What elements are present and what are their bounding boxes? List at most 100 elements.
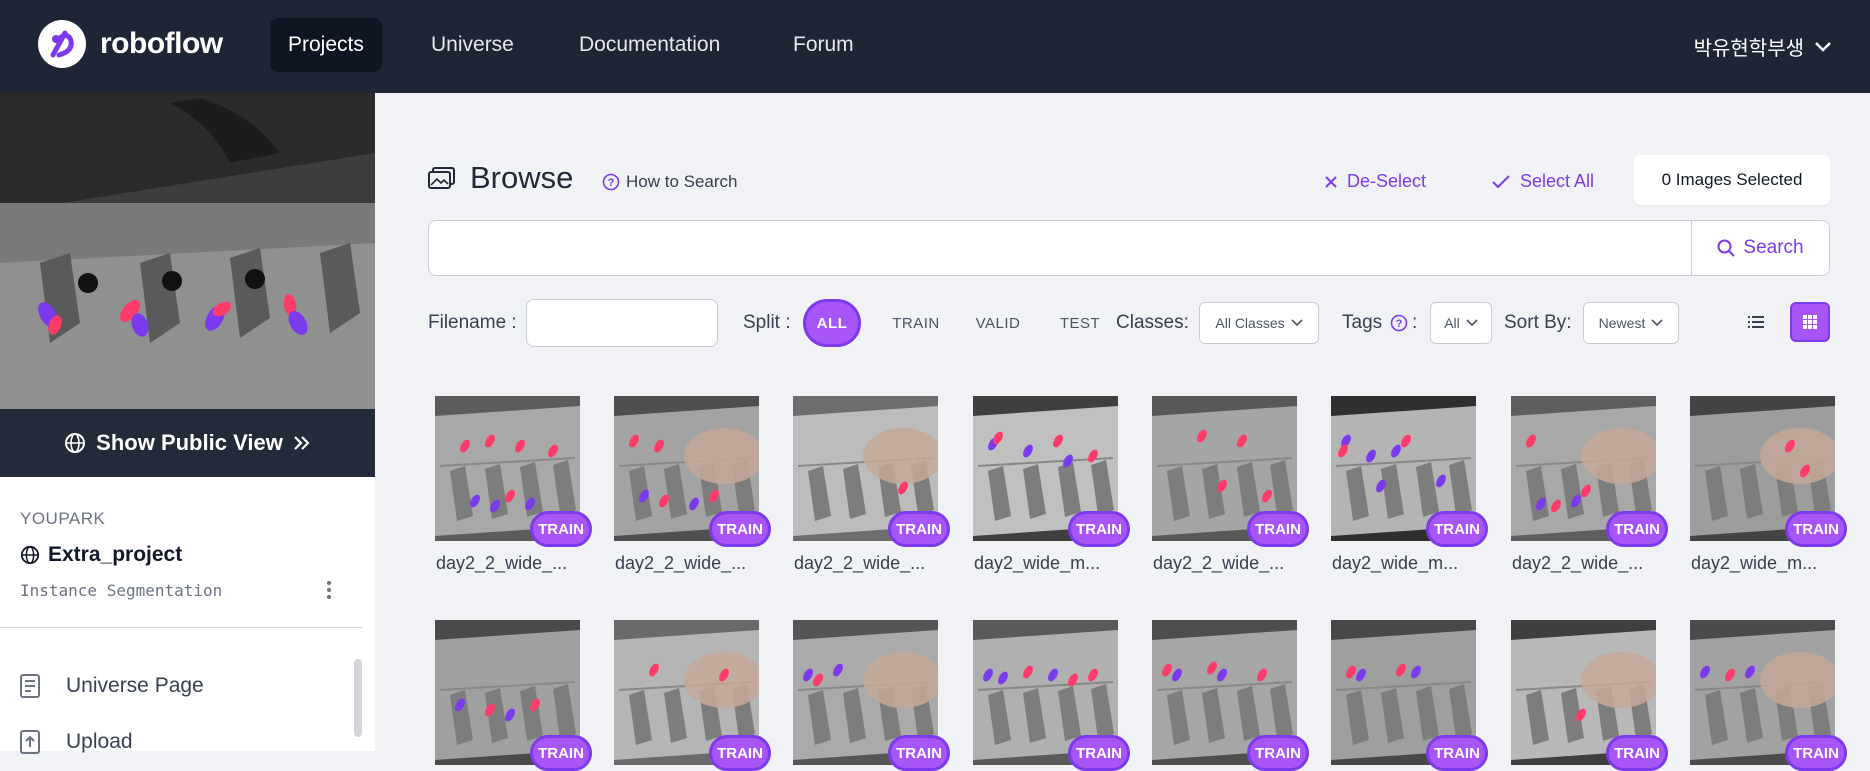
sidebar-item-label: Universe Page bbox=[66, 674, 204, 697]
double-chevron-right-icon bbox=[294, 436, 310, 450]
divider bbox=[0, 627, 362, 628]
split-badge: TRAIN bbox=[888, 511, 950, 547]
globe-icon bbox=[20, 545, 40, 565]
list-icon bbox=[1748, 316, 1764, 328]
roboflow-logo[interactable]: roboflow bbox=[38, 20, 223, 68]
tags-label: Tags bbox=[1342, 312, 1383, 333]
search-icon bbox=[1717, 239, 1736, 257]
close-icon bbox=[1325, 175, 1337, 188]
show-public-view-button[interactable]: Show Public View bbox=[0, 409, 375, 477]
filename-input[interactable] bbox=[526, 299, 718, 347]
sort-value: Newest bbox=[1598, 315, 1646, 331]
split-badge: TRAIN bbox=[1068, 511, 1130, 547]
list-view-button[interactable] bbox=[1736, 302, 1776, 342]
sidebar-item-upload[interactable]: Upload bbox=[18, 729, 133, 755]
tags-help-icon[interactable]: ? bbox=[1390, 314, 1408, 332]
project-title: Extra_project bbox=[20, 543, 182, 567]
search-bar: Search bbox=[428, 220, 1830, 276]
project-preview-image bbox=[0, 93, 375, 409]
grid-icon bbox=[1803, 315, 1817, 329]
split-badge: TRAIN bbox=[1247, 735, 1309, 771]
classes-label: Classes: bbox=[1116, 312, 1189, 333]
user-menu[interactable]: 박유현학부생 bbox=[1694, 32, 1832, 61]
nav-universe[interactable]: Universe bbox=[413, 18, 532, 72]
globe-icon bbox=[65, 433, 86, 453]
svg-text:?: ? bbox=[608, 177, 615, 189]
image-filename: day2_2_wide_... bbox=[1512, 553, 1644, 573]
check-icon bbox=[1492, 174, 1510, 188]
split-label: Split : bbox=[743, 312, 791, 333]
image-filename: day2_2_wide_... bbox=[794, 553, 926, 573]
split-badge: TRAIN bbox=[1426, 735, 1488, 771]
browse-header: Browse bbox=[428, 160, 573, 196]
svg-text:?: ? bbox=[1396, 318, 1403, 330]
split-badge: TRAIN bbox=[530, 511, 592, 547]
image-filename: day2_2_wide_... bbox=[615, 553, 747, 573]
chevron-down-icon bbox=[1651, 319, 1663, 327]
chevron-down-icon bbox=[1466, 319, 1478, 327]
how-to-search-link[interactable]: ? How to Search bbox=[602, 172, 738, 192]
classes-dropdown[interactable]: All Classes bbox=[1199, 302, 1319, 344]
select-all-button[interactable]: Select All bbox=[1492, 171, 1594, 192]
sort-label: Sort By: bbox=[1504, 312, 1572, 333]
sidebar-item-label: Upload bbox=[66, 730, 133, 753]
image-filename: day2_2_wide_... bbox=[1153, 553, 1285, 573]
split-badge: TRAIN bbox=[1247, 511, 1309, 547]
split-train-button[interactable]: TRAIN bbox=[876, 299, 956, 347]
project-options-icon[interactable] bbox=[322, 578, 336, 602]
nav-forum[interactable]: Forum bbox=[775, 18, 872, 72]
page-icon bbox=[20, 674, 40, 698]
split-badge: TRAIN bbox=[1426, 511, 1488, 547]
split-badge: TRAIN bbox=[530, 735, 592, 771]
split-badge: TRAIN bbox=[1785, 511, 1847, 547]
sort-dropdown[interactable]: Newest bbox=[1583, 302, 1679, 344]
brand-name: roboflow bbox=[100, 27, 223, 60]
roboflow-logo-icon bbox=[38, 20, 86, 68]
split-all-button[interactable]: ALL bbox=[803, 299, 861, 347]
top-navbar: roboflow Projects Universe Documentation… bbox=[0, 0, 1870, 93]
split-badge: TRAIN bbox=[888, 735, 950, 771]
nav-documentation[interactable]: Documentation bbox=[561, 18, 738, 72]
split-badge: TRAIN bbox=[1068, 735, 1130, 771]
project-type: Instance Segmentation bbox=[20, 581, 223, 600]
grid-view-button[interactable] bbox=[1790, 302, 1830, 342]
project-name: Extra_project bbox=[48, 543, 183, 566]
help-icon: ? bbox=[602, 173, 620, 191]
image-filename: day2_wide_m... bbox=[1332, 553, 1459, 573]
deselect-label: De-Select bbox=[1347, 171, 1427, 191]
public-view-label: Show Public View bbox=[96, 430, 283, 455]
split-valid-button[interactable]: VALID bbox=[958, 299, 1038, 347]
sidebar-item-universe-page[interactable]: Universe Page bbox=[18, 673, 204, 699]
image-filename: day2_2_wide_... bbox=[436, 553, 568, 573]
upload-icon bbox=[20, 730, 40, 754]
tags-value: All bbox=[1444, 315, 1460, 331]
search-input[interactable] bbox=[429, 221, 1691, 275]
deselect-button[interactable]: De-Select bbox=[1325, 171, 1426, 192]
split-badge: TRAIN bbox=[1606, 735, 1668, 771]
split-badge: TRAIN bbox=[1606, 511, 1668, 547]
tags-colon: : bbox=[1412, 312, 1418, 333]
sidebar: Show Public View YOUPARK Extra_project I… bbox=[0, 93, 375, 754]
image-filename: day2_wide_m... bbox=[974, 553, 1101, 573]
sidebar-scrollbar[interactable] bbox=[354, 659, 362, 737]
how-to-search-label: How to Search bbox=[626, 172, 738, 191]
chevron-down-icon bbox=[1291, 319, 1303, 327]
filter-bar: Filename : Split : ALL TRAIN VALID TEST … bbox=[428, 299, 1830, 347]
tags-dropdown[interactable]: All bbox=[1430, 302, 1492, 344]
nav-projects[interactable]: Projects bbox=[270, 18, 382, 72]
split-badge: TRAIN bbox=[709, 511, 771, 547]
chevron-down-icon bbox=[1815, 41, 1831, 52]
selected-count-badge: 0 Images Selected bbox=[1634, 155, 1830, 205]
filename-label: Filename : bbox=[428, 312, 517, 333]
split-badge: TRAIN bbox=[709, 735, 771, 771]
workspace-name: YOUPARK bbox=[20, 509, 106, 528]
split-badge: TRAIN bbox=[1785, 735, 1847, 771]
select-all-label: Select All bbox=[1520, 171, 1595, 191]
search-button-label: Search bbox=[1743, 237, 1804, 258]
images-icon bbox=[428, 167, 455, 189]
split-test-button[interactable]: TEST bbox=[1040, 299, 1120, 347]
image-filename: day2_wide_m... bbox=[1691, 553, 1818, 573]
search-button[interactable]: Search bbox=[1691, 221, 1829, 275]
page-title: Browse bbox=[470, 160, 574, 195]
classes-value: All Classes bbox=[1215, 315, 1285, 331]
